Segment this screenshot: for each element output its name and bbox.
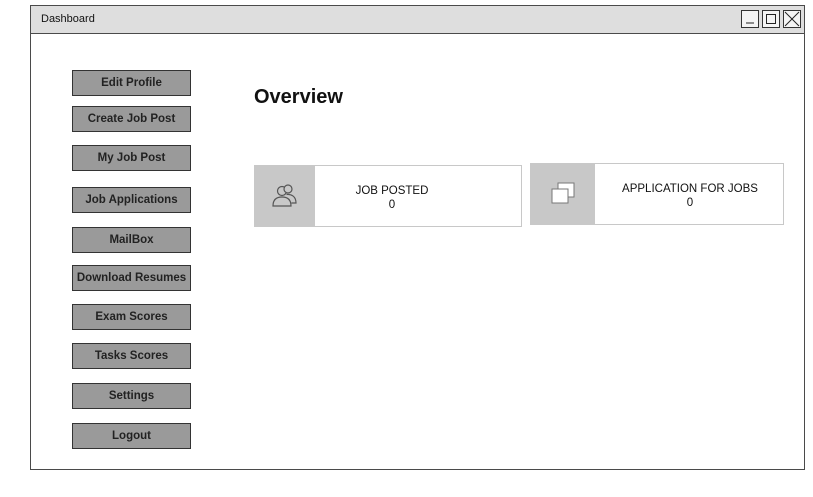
job-applications-button[interactable]: Job Applications xyxy=(72,187,191,213)
job-posted-text: JOB POSTED 0 xyxy=(315,184,469,212)
dashboard-window: Dashboard Edit Profile Create Job Post M… xyxy=(30,5,805,470)
window-controls xyxy=(741,10,801,28)
card-icon-box xyxy=(255,166,315,226)
mailbox-button[interactable]: MailBox xyxy=(72,227,191,253)
applications-card[interactable]: APPLICATION FOR JOBS 0 xyxy=(530,163,784,225)
maximize-icon xyxy=(766,14,776,24)
settings-button[interactable]: Settings xyxy=(72,383,191,409)
page-title: Overview xyxy=(254,86,343,108)
logout-button[interactable]: Logout xyxy=(72,423,191,449)
create-job-post-button[interactable]: Create Job Post xyxy=(72,106,191,132)
exam-scores-button[interactable]: Exam Scores xyxy=(72,304,191,330)
applications-value: 0 xyxy=(686,197,694,209)
job-posted-label: JOB POSTED xyxy=(355,185,429,197)
users-icon xyxy=(272,184,297,207)
job-posted-card[interactable]: JOB POSTED 0 xyxy=(254,165,522,227)
download-resumes-button[interactable]: Download Resumes xyxy=(72,265,191,291)
tasks-scores-button[interactable]: Tasks Scores xyxy=(72,343,191,369)
copy-icon xyxy=(551,182,575,204)
minimize-icon xyxy=(746,22,754,24)
close-icon xyxy=(784,11,800,27)
close-button[interactable] xyxy=(783,10,801,28)
maximize-button[interactable] xyxy=(762,10,780,28)
card-icon-box xyxy=(531,164,595,224)
my-job-post-button[interactable]: My Job Post xyxy=(72,145,191,171)
job-posted-value: 0 xyxy=(388,199,396,211)
applications-label: APPLICATION FOR JOBS xyxy=(622,183,758,195)
title-bar: Dashboard xyxy=(31,6,804,34)
edit-profile-button[interactable]: Edit Profile xyxy=(72,70,191,96)
applications-text: APPLICATION FOR JOBS 0 xyxy=(595,182,785,210)
minimize-button[interactable] xyxy=(741,10,759,28)
window-title: Dashboard xyxy=(41,13,95,25)
